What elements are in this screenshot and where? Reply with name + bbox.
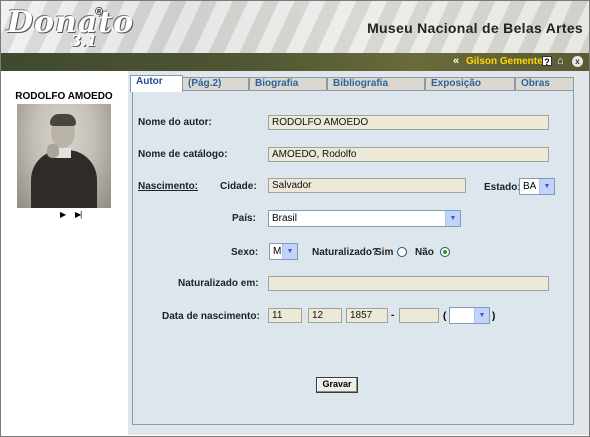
mes-field[interactable]: 12 [308, 308, 342, 323]
data-nascimento-label: Data de nascimento: [162, 311, 260, 322]
cidade-label: Cidade: [220, 181, 257, 192]
tab-bibliografia[interactable]: Bibliografia [327, 77, 425, 91]
close-icon[interactable]: x [572, 56, 583, 67]
user-bar: « Gilson Gemente ? ⌂ x [1, 53, 589, 71]
chevron-down-icon[interactable]: ▼ [539, 179, 554, 194]
registered-mark: ® [95, 6, 104, 18]
app-version: 3.1 [71, 32, 98, 50]
era-select[interactable]: ▼ [449, 307, 490, 324]
naturalizado-em-label: Naturalizado em: [178, 278, 259, 289]
nome-autor-label: Nome do autor: [138, 117, 212, 128]
tab-exposicao[interactable]: Exposição [425, 77, 515, 91]
nome-autor-field[interactable]: RODOLFO AMOEDO [268, 115, 549, 130]
nao-label: Não [415, 247, 434, 258]
user-name: Gilson Gemente [466, 56, 543, 67]
help-icon[interactable]: ? [542, 56, 552, 67]
estado-selected-value: BA [523, 181, 537, 192]
next-image-icon[interactable]: ▶ [60, 210, 66, 219]
author-portrait [17, 104, 111, 208]
pais-label: País: [232, 213, 256, 224]
dia-field[interactable]: 11 [268, 308, 302, 323]
chevron-down-icon[interactable]: ▼ [474, 308, 489, 323]
pais-select[interactable]: Brasil ▼ [268, 210, 461, 227]
tab-obras[interactable]: Obras [515, 77, 574, 91]
naturalizado-em-field[interactable] [268, 276, 549, 291]
date-separator: - [391, 310, 395, 321]
tab-autor[interactable]: Autor [130, 75, 183, 92]
museum-title: Museu Nacional de Belas Artes [367, 20, 583, 36]
ano-fim-field[interactable] [399, 308, 439, 323]
nascimento-label: Nascimento: [138, 181, 199, 192]
chevron-down-icon[interactable]: ▼ [282, 244, 297, 259]
sexo-select[interactable]: M ▼ [269, 243, 298, 260]
tab-pag2[interactable]: (Pág.2) [182, 77, 249, 91]
pais-selected-value: Brasil [272, 213, 298, 224]
nome-catalogo-field[interactable]: AMOEDO, Rodolfo [268, 147, 549, 162]
home-icon[interactable]: ⌂ [557, 55, 564, 67]
chevron-down-icon[interactable]: ▼ [445, 211, 460, 226]
app-banner: Donato ® 3.1 Museu Nacional de Belas Art… [1, 1, 589, 53]
ano-field[interactable]: 1857 [346, 308, 388, 323]
author-name-heading: RODOLFO AMOEDO [15, 91, 113, 102]
sim-label: Sim [375, 247, 394, 258]
estado-label: Estado: [484, 182, 521, 193]
sexo-label: Sexo: [231, 247, 259, 258]
open-paren: ( [443, 311, 447, 322]
sexo-selected-value: M [273, 246, 282, 257]
last-image-icon[interactable]: ▶| [75, 210, 82, 219]
naturalizado-label: Naturalizado? [312, 247, 379, 258]
save-button[interactable]: Gravar [316, 377, 358, 393]
close-paren: ) [492, 311, 496, 322]
nao-radio[interactable] [440, 247, 450, 257]
tab-bar: Autor (Pág.2) Biografia Bibliografia Exp… [128, 75, 589, 92]
author-sidebar: RODOLFO AMOEDO ▶ ▶| [1, 71, 127, 435]
cidade-field[interactable]: Salvador [268, 178, 466, 193]
sim-radio[interactable] [397, 247, 407, 257]
nome-catalogo-label: Nome de catálogo: [138, 149, 228, 160]
estado-select[interactable]: BA ▼ [519, 178, 555, 195]
back-arrow-icon[interactable]: « [453, 55, 459, 67]
tab-biografia[interactable]: Biografia [249, 77, 327, 91]
